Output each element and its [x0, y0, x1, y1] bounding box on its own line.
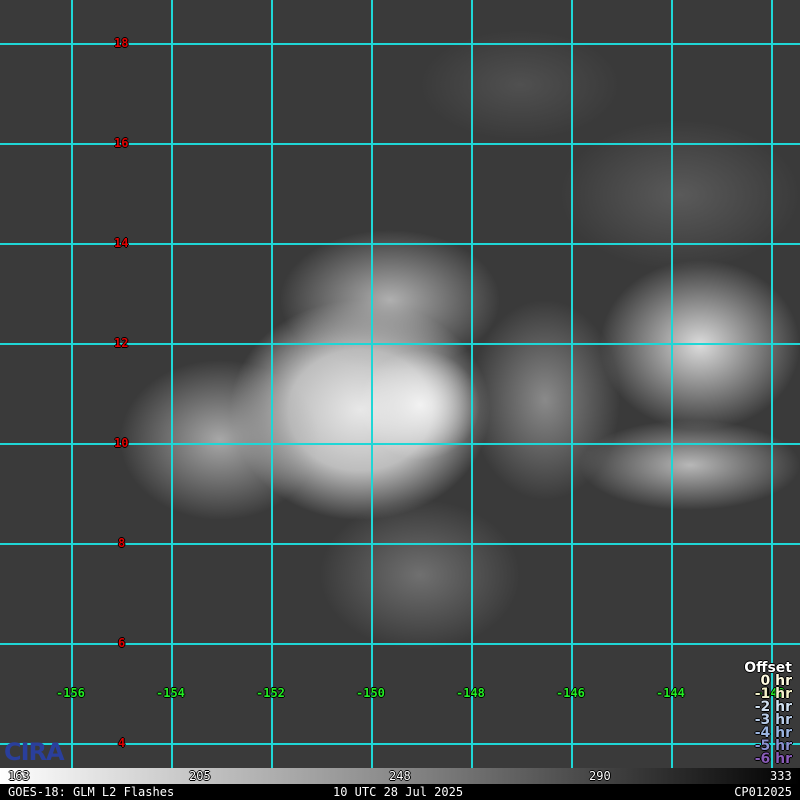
lat-label: 4 — [118, 736, 126, 750]
lat-label: 12 — [114, 336, 129, 350]
offset-legend: Offset 0 hr -1 hr -2 hr -3 hr -4 hr -5 h… — [744, 661, 792, 767]
lon-label: -150 — [356, 686, 385, 700]
product-name: GOES-18: GLM L2 Flashes — [8, 785, 175, 799]
lat-label: 10 — [114, 436, 129, 450]
lat-label: 14 — [114, 236, 129, 250]
lon-label: -154 — [156, 686, 185, 700]
meridian-line — [771, 0, 773, 768]
storm-id: CP012025 — [734, 785, 792, 799]
footer-bar: GOES-18: GLM L2 Flashes 10 UTC 28 Jul 20… — [0, 784, 800, 800]
satellite-image: 18 16 14 12 10 8 6 4 -156 -154 -152 -150… — [0, 0, 800, 768]
lon-label: -146 — [556, 686, 585, 700]
colorbar-tick: 163 — [8, 769, 30, 783]
temperature-colorbar: 163 205 248 290 333 — [0, 768, 800, 784]
colorbar-tick: 333 — [770, 769, 792, 783]
meridian-line — [171, 0, 173, 768]
timestamp: 10 UTC 28 Jul 2025 — [333, 785, 464, 799]
lon-label: -144 — [656, 686, 685, 700]
cira-logo: CIRA — [4, 738, 65, 766]
meridian-line — [371, 0, 373, 768]
lon-label: -148 — [456, 686, 485, 700]
meridian-line — [271, 0, 273, 768]
meridian-line — [71, 0, 73, 768]
meridian-line — [471, 0, 473, 768]
lon-label: -152 — [256, 686, 285, 700]
lat-label: 8 — [118, 536, 126, 550]
lat-label: 18 — [114, 36, 129, 50]
meridian-line — [671, 0, 673, 768]
lat-label: 16 — [114, 136, 129, 150]
lon-label: -156 — [56, 686, 85, 700]
colorbar-tick: 290 — [589, 769, 611, 783]
legend-item: -6 hr — [754, 751, 792, 767]
lat-label: 6 — [118, 636, 126, 650]
colorbar-tick: 205 — [189, 769, 211, 783]
colorbar-tick: 248 — [389, 769, 411, 783]
meridian-line — [571, 0, 573, 768]
